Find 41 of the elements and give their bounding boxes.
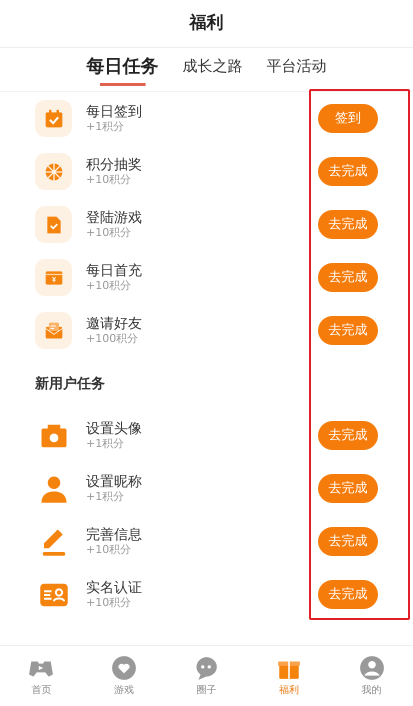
task-button[interactable]: 去完成 <box>318 316 378 345</box>
task-button[interactable]: 签到 <box>318 104 378 133</box>
task-button[interactable]: 去完成 <box>318 421 378 450</box>
task-reward: +100积分 <box>86 332 140 346</box>
task-reward: +1积分 <box>86 120 126 134</box>
tab[interactable]: 成长之路 <box>180 55 244 84</box>
task-title: 实名认证 <box>86 580 143 596</box>
task-title: 每日首充 <box>86 262 143 280</box>
section-heading: 新用户任务 <box>35 374 106 394</box>
task-title: 完善信息 <box>86 526 143 544</box>
task-reward: +10积分 <box>86 279 132 292</box>
task-reward: +10积分 <box>86 543 132 556</box>
task-button[interactable]: 去完成 <box>318 580 378 609</box>
task-title: 设置昵称 <box>86 474 143 490</box>
nav-tab[interactable]: 我的 <box>330 646 413 706</box>
task-reward: +10积分 <box>86 596 132 610</box>
task-title: 每日签到 <box>86 104 143 120</box>
tab[interactable]: 平台活动 <box>264 55 328 84</box>
nav-tab[interactable]: 游戏 <box>82 646 166 706</box>
wheel-icon <box>44 162 64 182</box>
calendar-icon <box>44 108 64 128</box>
nav-tab[interactable]: 圈子 <box>165 646 248 706</box>
task-title: 登陆游戏 <box>86 210 143 226</box>
task-reward: +1积分 <box>86 437 126 450</box>
task-title: 邀请好友 <box>86 316 143 332</box>
task-button[interactable]: 去完成 <box>318 210 378 239</box>
task-reward: +1积分 <box>86 490 126 504</box>
task-button[interactable]: 去完成 <box>318 263 378 292</box>
task-title: 积分抽奖 <box>86 156 143 174</box>
task-button[interactable]: 去完成 <box>318 474 378 503</box>
task-reward: +10积分 <box>86 173 132 186</box>
task-reward: +10积分 <box>86 226 132 240</box>
task-title: 设置头像 <box>86 420 143 438</box>
task-button[interactable]: 去完成 <box>318 527 378 556</box>
nav-tab[interactable]: 首页 <box>0 646 83 706</box>
person-icon <box>38 474 68 504</box>
nav-tab[interactable]: 福利 <box>248 646 330 706</box>
user-icon <box>358 654 385 680</box>
page-title: 福利 <box>190 12 224 35</box>
envelope-icon <box>44 320 64 340</box>
task-button[interactable]: 去完成 <box>318 157 378 186</box>
